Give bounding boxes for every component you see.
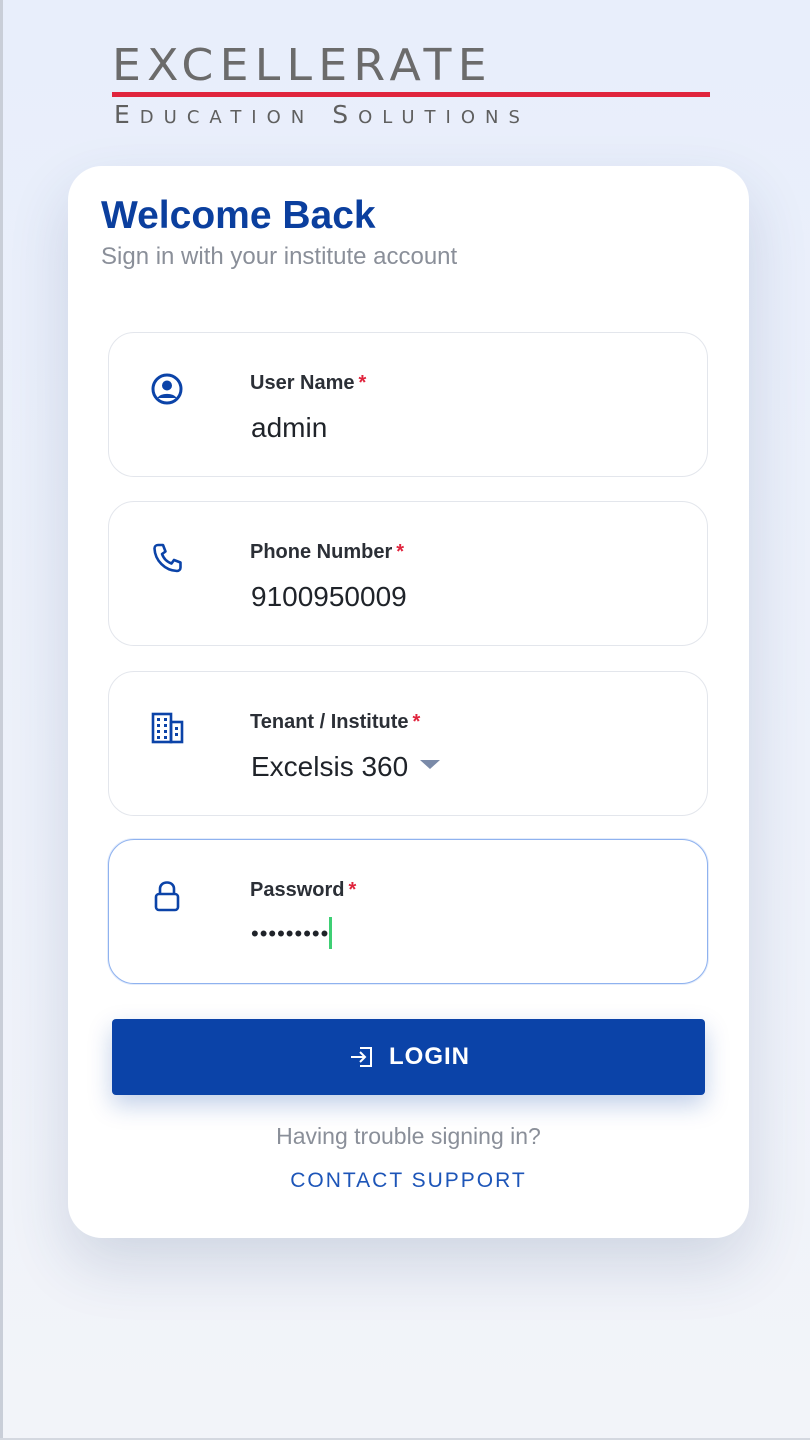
phone-input[interactable]: 9100950009 — [251, 580, 407, 614]
password-masked-value: ••••••••• — [251, 921, 330, 946]
page-edge — [0, 0, 3, 1440]
password-input[interactable]: ••••••••• — [251, 916, 333, 952]
login-button[interactable]: LOGIN — [112, 1019, 705, 1095]
required-indicator: * — [412, 711, 421, 733]
required-indicator: * — [348, 879, 357, 901]
brand-logo: EXCELLERATE Education Solutions — [112, 40, 712, 132]
login-icon — [347, 1042, 377, 1072]
password-field[interactable]: Password * ••••••••• — [108, 839, 708, 984]
tenant-label: Tenant / Institute * — [250, 711, 421, 733]
contact-support-link[interactable]: CONTACT SUPPORT — [68, 1167, 749, 1195]
brand-tagline: Education Solutions — [114, 100, 530, 129]
lock-icon — [147, 876, 187, 916]
page-title: Welcome Back — [101, 194, 376, 237]
login-card: Welcome Back Sign in with your institute… — [68, 166, 749, 1238]
password-label: Password * — [250, 879, 357, 901]
building-icon — [147, 708, 187, 748]
phone-icon — [147, 538, 187, 578]
account-circle-icon — [147, 369, 187, 409]
phone-field[interactable]: Phone Number * 9100950009 — [108, 501, 708, 646]
login-button-label: LOGIN — [389, 1043, 470, 1070]
page-subtitle: Sign in with your institute account — [101, 243, 458, 270]
help-text: Having trouble signing in? — [276, 1123, 541, 1149]
tenant-select[interactable]: Excelsis 360 — [251, 750, 441, 784]
brand-name: EXCELLERATE — [112, 40, 493, 91]
text-caret — [329, 917, 333, 950]
tenant-field[interactable]: Tenant / Institute * Excelsis 360 — [108, 671, 708, 816]
username-label: User Name * — [250, 372, 367, 394]
tenant-selected-value: Excelsis 360 — [251, 751, 409, 782]
required-indicator: * — [396, 541, 405, 563]
username-field[interactable]: User Name * admin — [108, 332, 708, 477]
brand-underline — [112, 92, 710, 97]
required-indicator: * — [358, 372, 367, 394]
dropdown-arrow-icon[interactable] — [420, 760, 441, 770]
phone-label: Phone Number * — [250, 541, 405, 563]
username-input[interactable]: admin — [251, 411, 327, 445]
